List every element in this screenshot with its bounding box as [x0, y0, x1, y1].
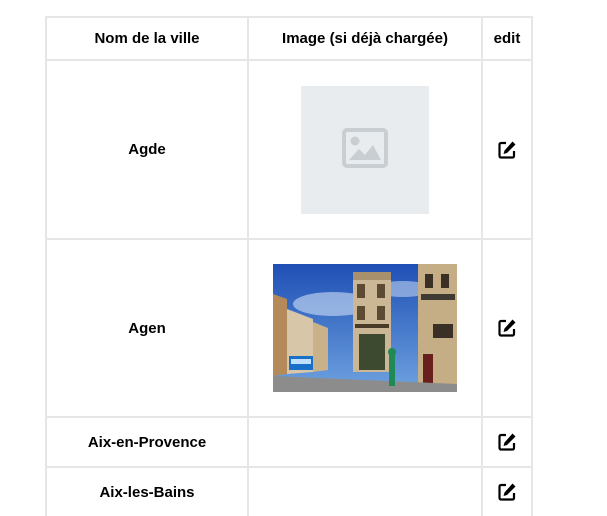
city-name-cell: Agde: [45, 59, 249, 240]
city-name-cell: Aix-les-Bains: [45, 466, 249, 516]
edit-icon[interactable]: [497, 432, 517, 452]
cities-table: Nom de la ville Image (si déjà chargée) …: [45, 16, 533, 516]
table-row: Aix-les-Bains: [45, 466, 533, 516]
edit-icon[interactable]: [497, 482, 517, 502]
image-cell: [247, 416, 483, 468]
table-row: Agen: [45, 238, 533, 418]
city-name-cell: Aix-en-Provence: [45, 416, 249, 468]
image-placeholder-icon: [342, 127, 388, 168]
table-row: Agde: [45, 59, 533, 240]
city-photo: [273, 264, 457, 392]
edit-cell: [481, 466, 533, 516]
edit-icon[interactable]: [497, 318, 517, 338]
cities-table-wrapper: Nom de la ville Image (si déjà chargée) …: [45, 16, 533, 516]
column-header-edit: edit: [481, 16, 533, 61]
image-cell: [247, 59, 483, 240]
column-header-city: Nom de la ville: [45, 16, 249, 61]
image-cell: [247, 466, 483, 516]
edit-icon[interactable]: [497, 140, 517, 160]
edit-cell: [481, 59, 533, 240]
image-placeholder: [301, 85, 429, 214]
edit-cell: [481, 416, 533, 468]
image-cell: [247, 238, 483, 418]
edit-cell: [481, 238, 533, 418]
table-header-row: Nom de la ville Image (si déjà chargée) …: [45, 16, 533, 61]
table-row: Aix-en-Provence: [45, 416, 533, 468]
city-name-cell: Agen: [45, 238, 249, 418]
column-header-image: Image (si déjà chargée): [247, 16, 483, 61]
